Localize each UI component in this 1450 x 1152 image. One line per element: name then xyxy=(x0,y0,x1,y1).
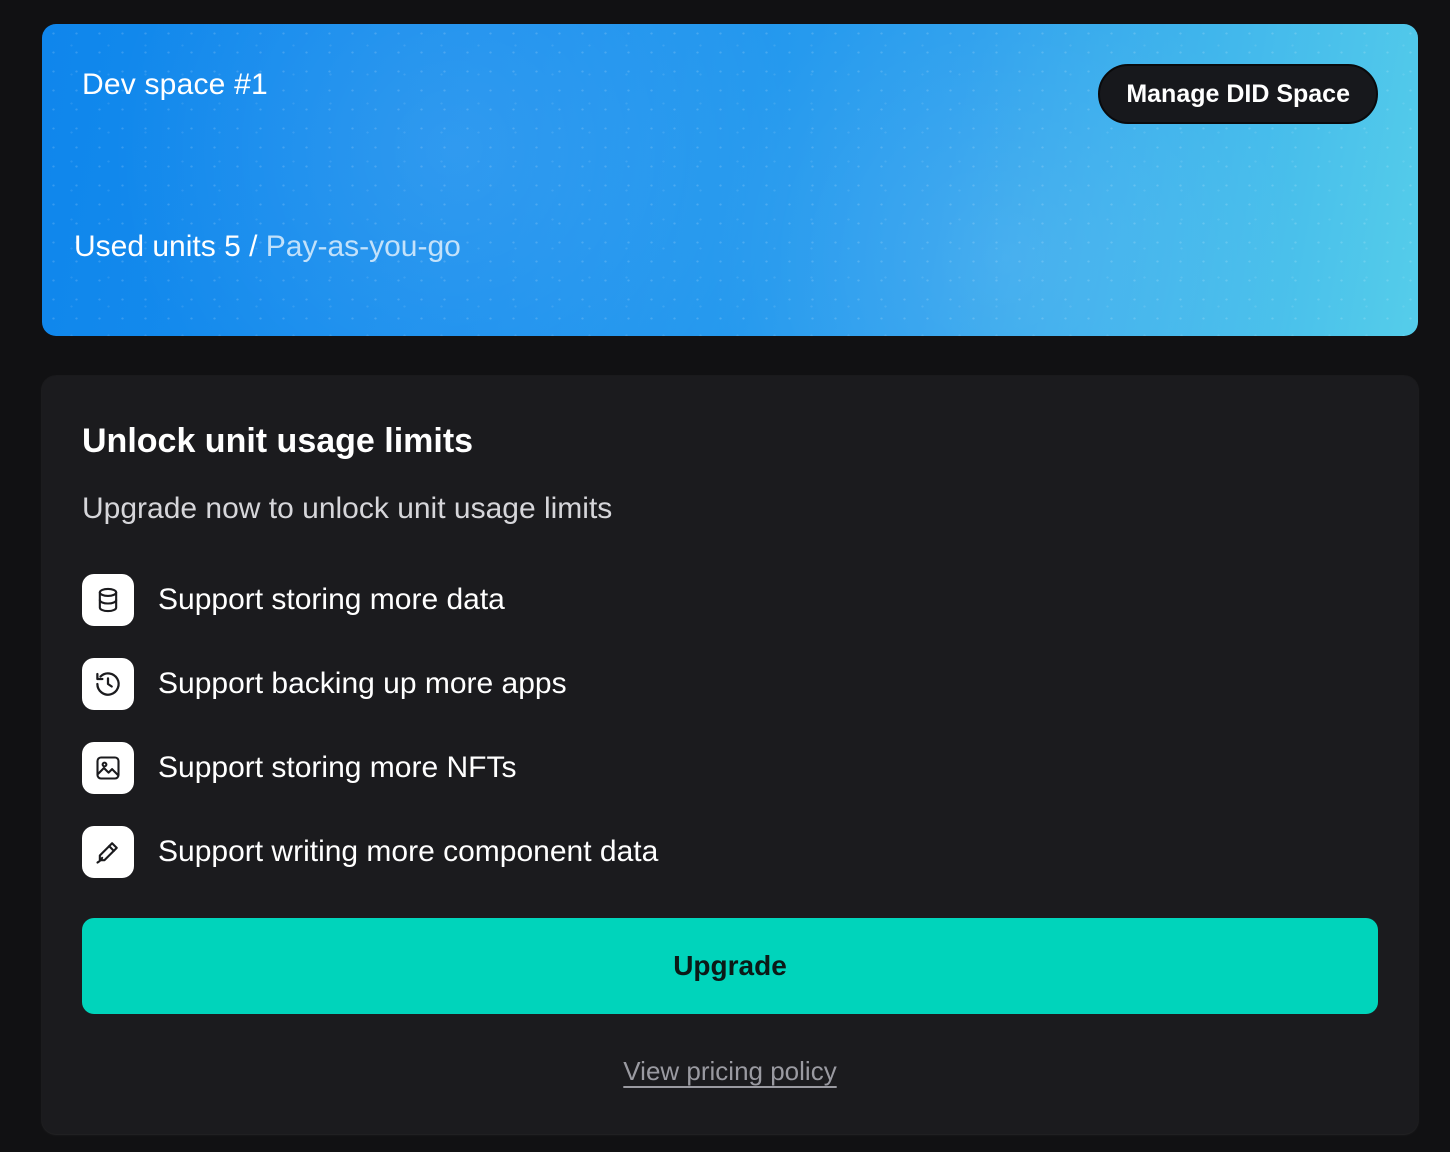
feature-item: Support writing more component data xyxy=(82,826,658,878)
space-title: Dev space #1 xyxy=(82,68,268,101)
upgrade-card: Unlock unit usage limits Upgrade now to … xyxy=(42,376,1418,1134)
feature-label: Support storing more NFTs xyxy=(158,751,517,784)
feature-label: Support backing up more apps xyxy=(158,667,567,700)
used-units-text: Used units 5 / xyxy=(74,230,266,263)
upgrade-button[interactable]: Upgrade xyxy=(82,918,1378,1014)
manage-did-space-button[interactable]: Manage DID Space xyxy=(1098,64,1378,124)
feature-label: Support storing more data xyxy=(158,583,505,616)
plan-name: Pay-as-you-go xyxy=(265,230,461,263)
upgrade-subtitle: Upgrade now to unlock unit usage limits xyxy=(82,492,613,525)
image-icon xyxy=(82,742,134,794)
feature-item: Support storing more NFTs xyxy=(82,742,658,794)
feature-item: Support storing more data xyxy=(82,574,658,626)
upgrade-title: Unlock unit usage limits xyxy=(82,422,474,460)
feature-label: Support writing more component data xyxy=(158,835,659,868)
space-card: Dev space #1 Manage DID Space Used units… xyxy=(42,24,1418,336)
pricing-link-row: View pricing policy xyxy=(42,1056,1418,1087)
database-icon xyxy=(82,574,134,626)
feature-item: Support backing up more apps xyxy=(82,658,658,710)
pencil-icon xyxy=(82,826,134,878)
view-pricing-policy-link[interactable]: View pricing policy xyxy=(623,1056,836,1086)
history-icon xyxy=(82,658,134,710)
feature-list: Support storing more data Support backin… xyxy=(82,574,658,910)
units-usage: Used units 5 / Pay-as-you-go xyxy=(74,230,461,264)
